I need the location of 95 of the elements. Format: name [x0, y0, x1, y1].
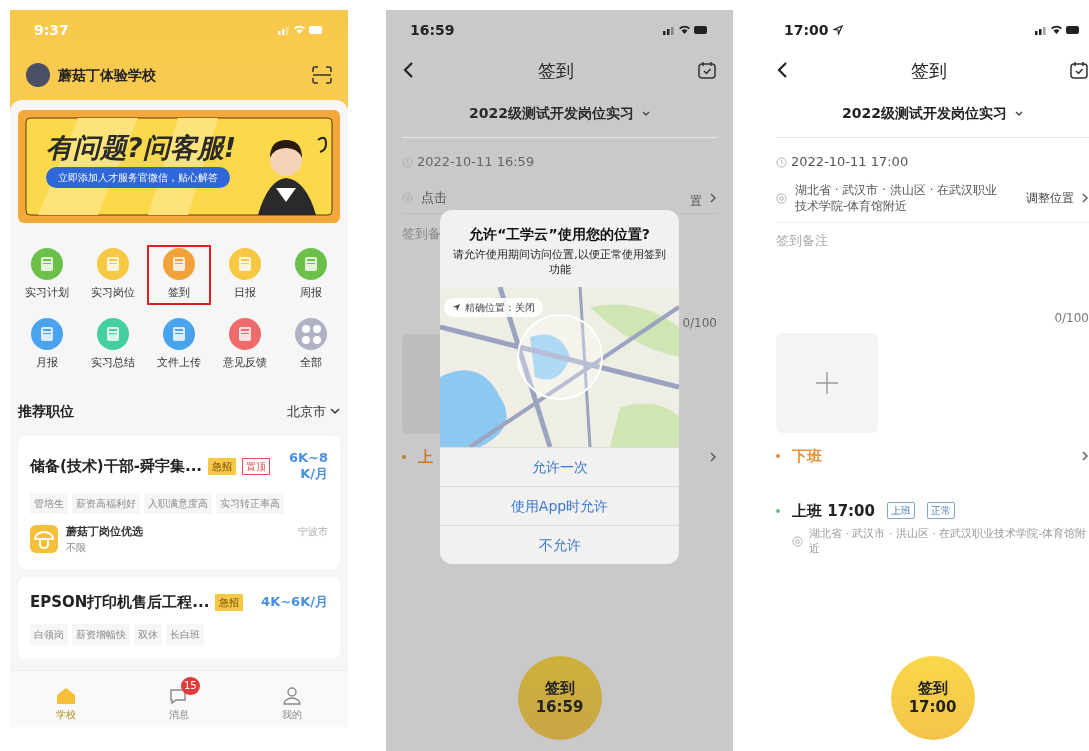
calendar-check-icon[interactable] — [697, 60, 717, 80]
banner-subline: 立即添加人才服务官微信，贴心解答 — [46, 167, 230, 188]
school-name: 蘑菇丁体验学校 — [58, 65, 156, 85]
remark-label: 签到备 — [402, 225, 441, 243]
calendar-check-icon[interactable] — [1069, 60, 1089, 80]
job-badge: 置顶 — [242, 457, 271, 475]
chevron-right-icon — [710, 192, 717, 203]
chevron-right-icon — [1082, 451, 1089, 462]
job-card[interactable]: EPSON打印机售后工程... 急招 4K~6K/月 白领岗 薪资增幅快 双休 长白班 — [18, 577, 340, 659]
job-card[interactable]: 储备(技术)干部-舜宇集... 急招 置顶 6K~8K/月 管培生 薪资高福利好 入职满意度高 实习转正率高 蘑菇丁岗位优选 不限 宁波市 — [18, 436, 340, 569]
back-icon[interactable] — [776, 61, 788, 79]
requirement: 不限 — [66, 541, 87, 555]
shift-label: 上班 17:00 — [792, 500, 875, 522]
job-tag: 白领岗 — [30, 623, 68, 645]
course-selector[interactable]: 2022级测试开发岗位实习 — [469, 103, 634, 124]
sign-in-button[interactable]: 签到 17:00 — [890, 656, 975, 740]
location-arrow-icon — [452, 303, 461, 312]
dialog-option[interactable]: 允许一次 — [440, 447, 679, 486]
company-name: 蘑菇丁岗位优选 — [66, 523, 143, 540]
status-icons — [278, 24, 324, 36]
location-pin-icon — [792, 535, 803, 547]
job-tag: 薪资增幅快 — [72, 623, 130, 645]
chevron-down-icon — [330, 408, 340, 415]
dialog-option[interactable]: 使用App时允许 — [440, 486, 679, 525]
salary: 4K~6K/月 — [261, 594, 328, 611]
shortcut-button[interactable]: 意见反馈 — [213, 315, 277, 375]
mushroom-logo-icon — [30, 525, 58, 554]
record-address: 湖北省 · 武汉市 · 洪山区 · 在武汉职业技术学院-体育馆附近 — [809, 526, 1088, 556]
shortcut-button[interactable]: 文件上传 — [147, 315, 211, 375]
sign-in-button[interactable]: 签到 16:59 — [517, 656, 602, 740]
section-title: 推荐职位 — [18, 402, 74, 421]
adjust-location-link[interactable]: 调整位置 — [1026, 189, 1074, 207]
adjust-location-link[interactable]: 置 — [690, 191, 702, 210]
city-selector[interactable]: 北京市 — [287, 401, 326, 422]
job-tag: 入职满意度高 — [144, 492, 212, 514]
datetime: 2022-10-11 17:00 — [791, 153, 909, 172]
dialog-title: 允许“工学云”使用您的位置? — [469, 225, 650, 244]
job-badge: 急招 — [208, 457, 237, 475]
location-pin-icon — [776, 192, 787, 204]
banner-headline: 有问题?问客服! — [46, 134, 236, 161]
shortcut-button[interactable]: 周报 — [279, 245, 343, 305]
job-tag: 薪资高福利好 — [72, 492, 140, 514]
tab-item[interactable]: 我的 — [261, 676, 322, 722]
job-tag: 实习转正率高 — [216, 492, 284, 514]
character-counter: 0/100 — [1054, 310, 1089, 327]
nav-title: 签到 — [537, 58, 574, 83]
job-badge: 急招 — [215, 593, 244, 611]
chevron-right-icon — [710, 451, 717, 462]
back-icon[interactable] — [402, 61, 414, 79]
job-tag: 双休 — [134, 623, 162, 645]
character-counter: 0/100 — [682, 314, 717, 332]
status-icons — [1035, 24, 1081, 36]
job-title: 储备(技术)干部-舜宇集... — [30, 456, 203, 477]
tab-item[interactable]: 消息 15 — [149, 676, 209, 722]
home-icon — [56, 686, 77, 705]
status-icons — [663, 24, 709, 36]
job-location: 宁波市 — [298, 524, 328, 539]
job-tag: 管培生 — [30, 492, 68, 514]
school-avatar — [26, 63, 50, 87]
chevron-down-icon — [1015, 110, 1023, 117]
status-time: 16:59 — [410, 20, 455, 40]
shortcut-button[interactable]: 月报 — [15, 315, 79, 375]
plus-icon — [816, 372, 838, 394]
chevron-right-icon — [1082, 193, 1089, 203]
status-tag: 上班 — [886, 502, 915, 520]
shortcut-button[interactable]: 实习计划 — [15, 245, 79, 305]
precise-location-toggle[interactable]: 精确位置：关闭 — [444, 298, 543, 317]
shortcut-button[interactable]: 签到 — [147, 245, 211, 305]
status-time: 9:37 — [34, 20, 69, 40]
course-selector[interactable]: 2022级测试开发岗位实习 — [842, 103, 1007, 124]
shift-label: 下班 — [792, 446, 822, 467]
shift-label: 上 — [418, 446, 433, 468]
job-title: EPSON打印机售后工程... — [30, 592, 210, 613]
shortcut-button[interactable]: 全部 — [279, 315, 343, 375]
remark-field[interactable]: 签到备注 0/100 — [776, 231, 1089, 327]
scan-icon[interactable] — [312, 66, 332, 84]
dialog-option[interactable]: 不允许 — [440, 525, 679, 564]
shortcut-button[interactable]: 实习岗位 — [81, 245, 145, 305]
unread-badge: 15 — [181, 676, 200, 695]
location-link[interactable]: 点击 — [421, 187, 447, 208]
dialog-message: 请允许使用期间访问位置,以便正常使用签到功能 — [452, 247, 667, 277]
salary: 6K~8K/月 — [287, 450, 328, 483]
person-icon — [281, 686, 302, 705]
shortcut-button[interactable]: 日报 — [213, 245, 277, 305]
chevron-down-icon — [642, 110, 650, 117]
shortcut-button[interactable]: 实习总结 — [81, 315, 145, 375]
status-tag: 正常 — [926, 502, 955, 520]
location-text: 湖北省 · 武汉市 · 洪山区 · 在武汉职业技术学院-体育馆附近 — [795, 182, 999, 214]
datetime: 2022-10-11 16:59 — [417, 153, 535, 172]
job-tag: 长白班 — [166, 623, 204, 645]
nav-title: 签到 — [910, 58, 947, 83]
clock-icon — [402, 156, 413, 168]
location-arrow-icon — [832, 25, 843, 35]
status-time: 17:00 — [784, 20, 829, 40]
clock-icon — [776, 156, 787, 168]
